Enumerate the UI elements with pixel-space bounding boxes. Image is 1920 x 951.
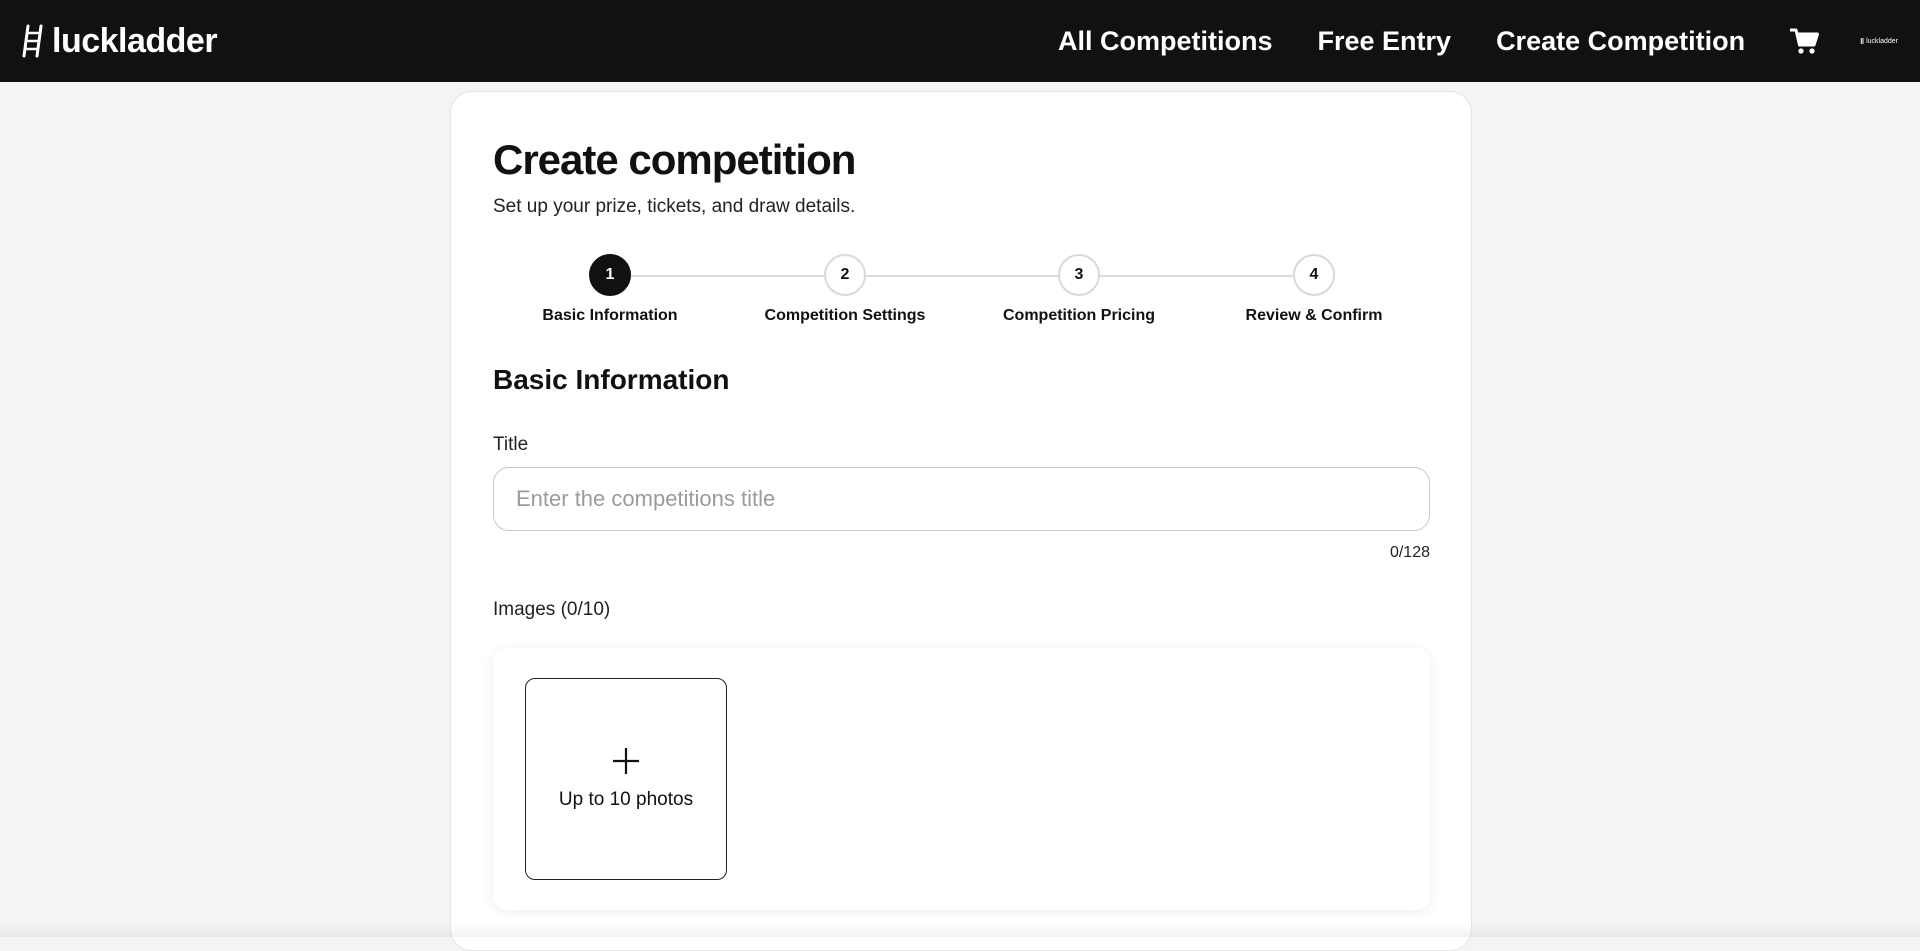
top-navbar: luckladder All Competitions Free Entry C…	[0, 0, 1920, 82]
ladder-icon	[22, 24, 43, 58]
title-char-counter: 0/128	[1389, 544, 1430, 561]
step-number: 1	[589, 254, 631, 296]
step-number: 4	[1293, 254, 1335, 296]
section-title: Basic Information	[493, 364, 730, 395]
step-number: 3	[1058, 254, 1100, 296]
mini-brand-name: luckladder	[1866, 37, 1898, 45]
title-label: Title	[493, 434, 529, 455]
step-label: Review & Confirm	[1245, 307, 1383, 324]
plus-icon	[613, 748, 639, 774]
create-competition-card: Create competition Set up your prize, ti…	[450, 91, 1472, 951]
page-title: Create competition	[493, 136, 856, 183]
step-competition-settings[interactable]: 2 Competition Settings	[745, 254, 945, 325]
step-basic-information[interactable]: 1 Basic Information	[510, 254, 710, 325]
step-label: Competition Pricing	[1003, 307, 1155, 324]
mini-brand-logo[interactable]: ǁ luckladder	[1860, 37, 1898, 46]
images-label: Images (0/10)	[493, 599, 611, 620]
progress-stepper: 1 Basic Information 2 Competition Settin…	[493, 254, 1430, 334]
stepper-track	[610, 275, 1314, 277]
brand-name: luckladder	[52, 21, 218, 60]
nav-create-competition[interactable]: Create Competition	[1496, 26, 1745, 57]
step-label: Basic Information	[542, 307, 678, 324]
image-upload-area: Up to 10 photos	[493, 648, 1430, 910]
upload-hint: Up to 10 photos	[558, 789, 694, 810]
add-photos-button[interactable]: Up to 10 photos	[525, 678, 727, 880]
title-input[interactable]	[493, 467, 1430, 531]
nav-all-competitions[interactable]: All Competitions	[1058, 26, 1273, 57]
step-number: 2	[824, 254, 866, 296]
brand-logo[interactable]: luckladder	[22, 21, 218, 61]
main-nav: All Competitions Free Entry Create Compe…	[1058, 26, 1898, 57]
nav-free-entry[interactable]: Free Entry	[1318, 26, 1452, 57]
page-subtitle: Set up your prize, tickets, and draw det…	[493, 196, 856, 217]
mini-ladder-icon: ǁ	[1860, 36, 1865, 46]
cart-icon[interactable]	[1790, 27, 1820, 55]
step-review-confirm[interactable]: 4 Review & Confirm	[1214, 254, 1414, 325]
step-label: Competition Settings	[764, 307, 926, 324]
step-competition-pricing[interactable]: 3 Competition Pricing	[979, 254, 1179, 325]
